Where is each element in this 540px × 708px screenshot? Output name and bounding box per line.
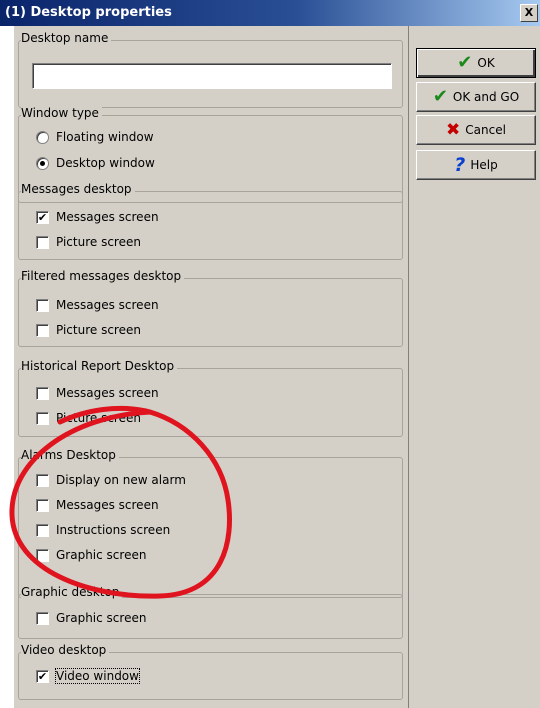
desktop-window-radio[interactable] <box>36 156 49 170</box>
checkbox-label: Messages screen <box>56 210 159 224</box>
checkbox-label: Messages screen <box>56 498 159 512</box>
historical-messages-checkbox[interactable] <box>36 386 49 400</box>
graphic-desktop-group: Graphic desktop Graphic screen <box>18 585 403 639</box>
messages-desktop-group: Messages desktop ✔ Messages screen Pictu… <box>18 182 403 260</box>
desktop-window-label: Desktop window <box>56 156 155 170</box>
historical-picture-checkbox[interactable] <box>36 411 49 425</box>
close-button[interactable]: X <box>520 4 538 22</box>
checkbox-label: Graphic screen <box>56 611 147 625</box>
video-window-checkbox[interactable]: ✔ <box>36 669 49 683</box>
checkbox-label: Picture screen <box>56 323 141 337</box>
green-check-icon: ✔ <box>457 52 473 73</box>
graphic-screen-row[interactable]: Graphic screen <box>36 609 146 627</box>
checkbox-label: Messages screen <box>56 298 159 312</box>
alarms-instructions-checkbox[interactable] <box>36 523 49 537</box>
checkbox-label: Picture screen <box>56 411 141 425</box>
filtered-messages-desktop-group: Filtered messages desktop Messages scree… <box>18 269 403 347</box>
historical-report-desktop-group: Historical Report Desktop Messages scree… <box>18 359 403 437</box>
red-x-icon: ✖ <box>446 119 461 140</box>
green-check-icon: ✔ <box>432 86 448 107</box>
filtered-messages-desktop-label: Filtered messages desktop <box>21 269 185 283</box>
ok-and-go-button[interactable]: ✔ OK and GO <box>416 82 536 112</box>
radio-selected-dot <box>40 160 45 166</box>
messages-desktop-messages-checkbox[interactable]: ✔ <box>36 210 49 224</box>
alarms-desktop-label: Alarms Desktop <box>21 448 119 462</box>
graphic-screen-checkbox[interactable] <box>36 611 49 625</box>
checkbox-label: Graphic screen <box>56 548 147 562</box>
filtered-picture-row[interactable]: Picture screen <box>36 321 141 339</box>
properties-panel: Desktop name Window type Floating window… <box>14 26 409 708</box>
ok-button-label: OK <box>477 56 495 70</box>
video-desktop-label: Video desktop <box>21 643 110 657</box>
checkbox-label: Messages screen <box>56 386 159 400</box>
floating-window-radio-row[interactable]: Floating window <box>36 128 154 146</box>
video-desktop-group: Video desktop ✔ Video window <box>18 643 403 700</box>
messages-desktop-picture-row[interactable]: Picture screen <box>36 233 141 251</box>
ok-button[interactable]: ✔ OK <box>416 48 536 78</box>
desktop-name-input[interactable] <box>32 63 392 89</box>
historical-picture-row[interactable]: Picture screen <box>36 409 141 427</box>
alarms-display-new-checkbox[interactable] <box>36 473 49 487</box>
historical-report-desktop-label: Historical Report Desktop <box>21 359 178 373</box>
alarms-messages-row[interactable]: Messages screen <box>36 496 159 514</box>
alarms-graphic-row[interactable]: Graphic screen <box>36 546 146 564</box>
ok-and-go-button-label: OK and GO <box>452 90 520 104</box>
button-panel: ✔ OK ✔ OK and GO ✖ Cancel ? Help <box>409 26 540 708</box>
checkbox-label: Picture screen <box>56 235 141 249</box>
filtered-messages-row[interactable]: Messages screen <box>36 296 159 314</box>
floating-window-radio[interactable] <box>36 130 49 144</box>
checkbox-label: Display on new alarm <box>56 473 186 487</box>
alarms-graphic-checkbox[interactable] <box>36 548 49 562</box>
cancel-button-label: Cancel <box>465 123 506 137</box>
messages-desktop-messages-row[interactable]: ✔ Messages screen <box>36 208 159 226</box>
historical-messages-row[interactable]: Messages screen <box>36 384 159 402</box>
help-button-label: Help <box>470 158 498 172</box>
video-window-row[interactable]: ✔ Video window <box>36 667 140 685</box>
checkbox-label: Video window <box>55 668 140 684</box>
help-button[interactable]: ? Help <box>416 150 536 180</box>
alarms-desktop-group: Alarms Desktop Display on new alarm Mess… <box>18 448 403 598</box>
desktop-name-label: Desktop name <box>21 31 112 45</box>
window-type-label: Window type <box>21 106 102 120</box>
alarms-messages-checkbox[interactable] <box>36 498 49 512</box>
window-title: (1) Desktop properties <box>5 5 172 20</box>
checkbox-label: Instructions screen <box>56 523 171 537</box>
alarms-instructions-row[interactable]: Instructions screen <box>36 521 170 539</box>
desktop-name-group: Desktop name <box>18 31 403 108</box>
graphic-desktop-label: Graphic desktop <box>21 585 123 599</box>
desktop-window-radio-row[interactable]: Desktop window <box>36 154 155 172</box>
messages-desktop-picture-checkbox[interactable] <box>36 235 49 249</box>
filtered-picture-checkbox[interactable] <box>36 323 49 337</box>
filtered-messages-checkbox[interactable] <box>36 298 49 312</box>
cancel-button[interactable]: ✖ Cancel <box>416 115 536 145</box>
blue-question-icon: ? <box>454 153 466 176</box>
messages-desktop-label: Messages desktop <box>21 182 135 196</box>
alarms-display-new-row[interactable]: Display on new alarm <box>36 471 186 489</box>
title-bar: (1) Desktop properties X <box>0 0 540 26</box>
floating-window-label: Floating window <box>56 130 154 144</box>
